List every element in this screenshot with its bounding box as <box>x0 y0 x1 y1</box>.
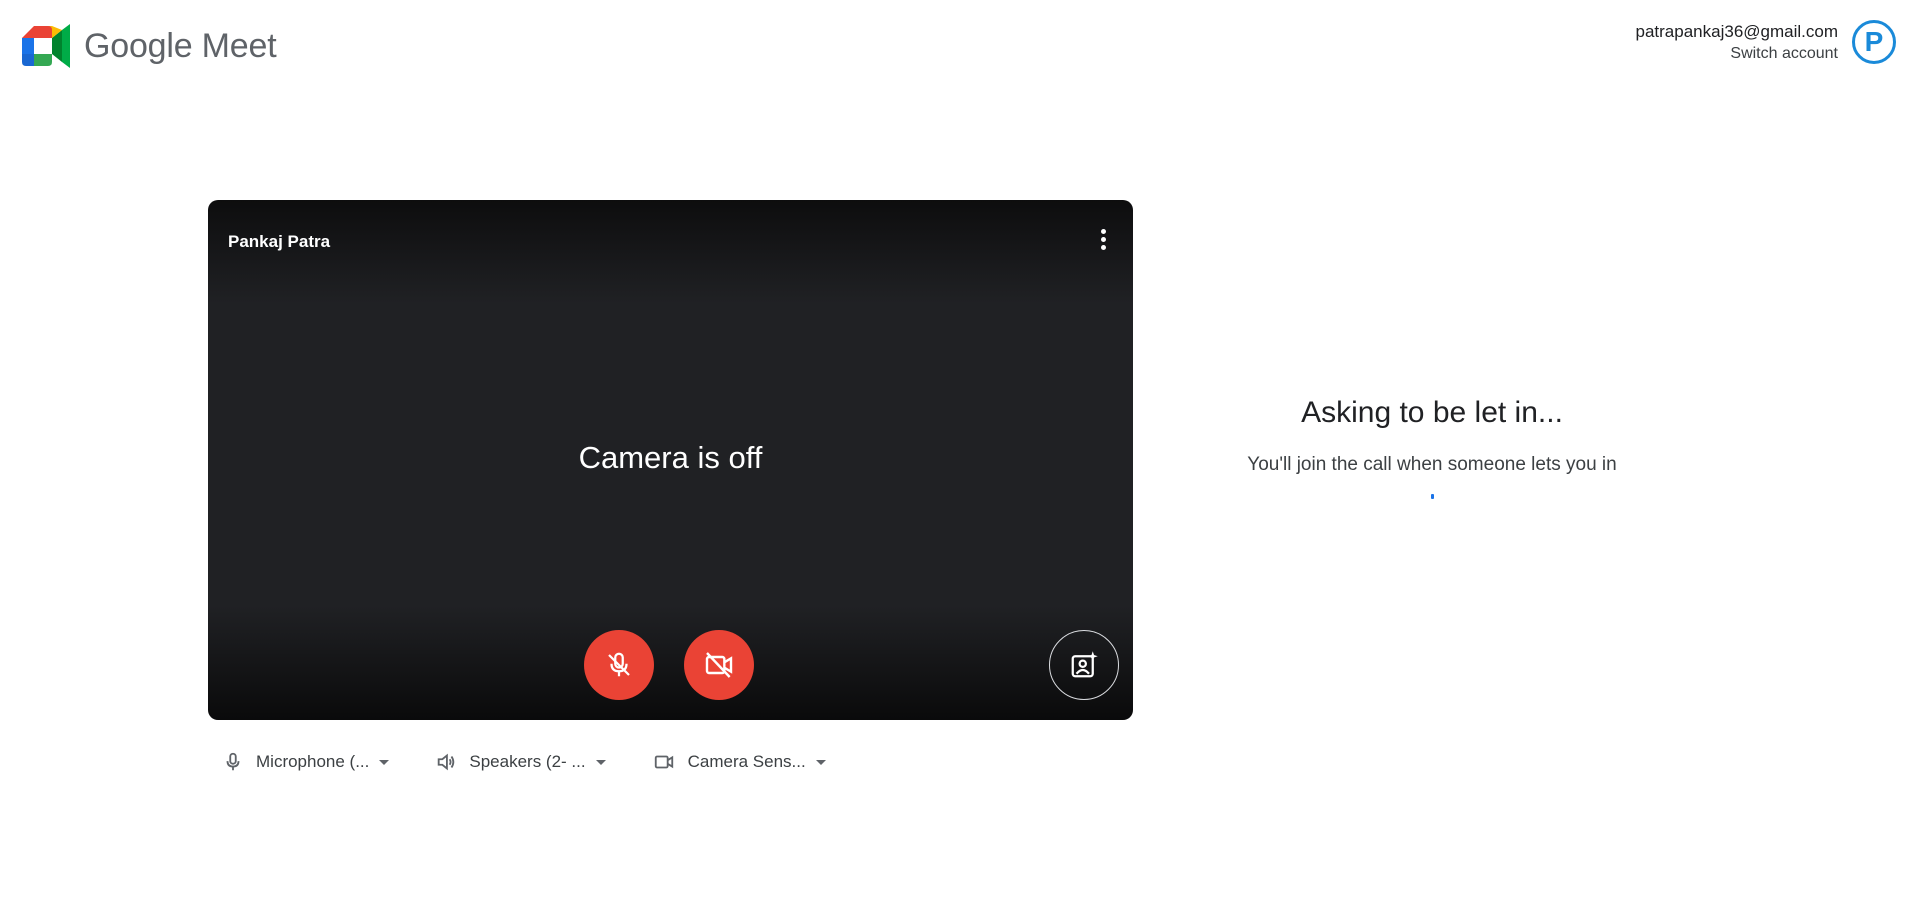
account-meta: patrapankaj36@gmail.com Switch account <box>1636 22 1838 63</box>
speaker-icon <box>438 753 455 771</box>
speakers-select[interactable]: Speakers (2- ... <box>421 742 619 782</box>
microphone-label: Microphone (... <box>256 752 370 771</box>
camera-status-text: Camera is off <box>578 440 763 475</box>
dropdown-caret-icon <box>379 759 390 765</box>
avatar[interactable]: P <box>1852 20 1896 64</box>
device-selectors: Microphone (... Speakers (2- ... Camera … <box>208 742 840 782</box>
avatar-letter: P <box>1864 26 1884 57</box>
join-status-subtitle: You'll join the call when someone lets y… <box>1247 454 1617 475</box>
videocam-icon <box>654 755 673 769</box>
dropdown-caret-icon <box>815 759 826 765</box>
more-vert-dot <box>1100 236 1106 242</box>
videocam-off-icon <box>705 652 733 678</box>
self-name: Pankaj Patra <box>228 232 331 251</box>
account-area: patrapankaj36@gmail.com Switch account P <box>1636 20 1896 64</box>
speakers-label: Speakers (2- ... <box>469 752 586 771</box>
join-status-panel: Asking to be let in... You'll join the c… <box>1232 396 1632 499</box>
camera-select[interactable]: Camera Sens... <box>638 742 840 782</box>
account-email: patrapankaj36@gmail.com <box>1635 21 1838 41</box>
toggle-camera-button[interactable] <box>684 630 754 700</box>
join-status-title: Asking to be let in... <box>1301 396 1563 429</box>
more-vert-dot <box>1100 244 1106 250</box>
brand[interactable]: Google Meet <box>22 22 277 70</box>
more-options-button[interactable] <box>1091 224 1115 254</box>
loading-indicator <box>1430 494 1434 499</box>
app-name: Google Meet <box>84 26 277 65</box>
more-vert-icon <box>1100 228 1106 234</box>
meet-logo-icon <box>22 24 70 68</box>
toggle-microphone-button[interactable] <box>584 630 654 700</box>
dropdown-caret-icon <box>595 759 606 765</box>
video-preview: Pankaj Patra Camera is off <box>208 200 1133 720</box>
visual-effects-button[interactable] <box>1049 630 1119 700</box>
mic-off-icon <box>608 652 630 677</box>
visual-effects-icon <box>1071 651 1098 678</box>
mic-icon <box>226 752 240 771</box>
microphone-select[interactable]: Microphone (... <box>208 742 403 782</box>
camera-label: Camera Sens... <box>687 752 806 771</box>
switch-account-link[interactable]: Switch account <box>1636 45 1838 63</box>
